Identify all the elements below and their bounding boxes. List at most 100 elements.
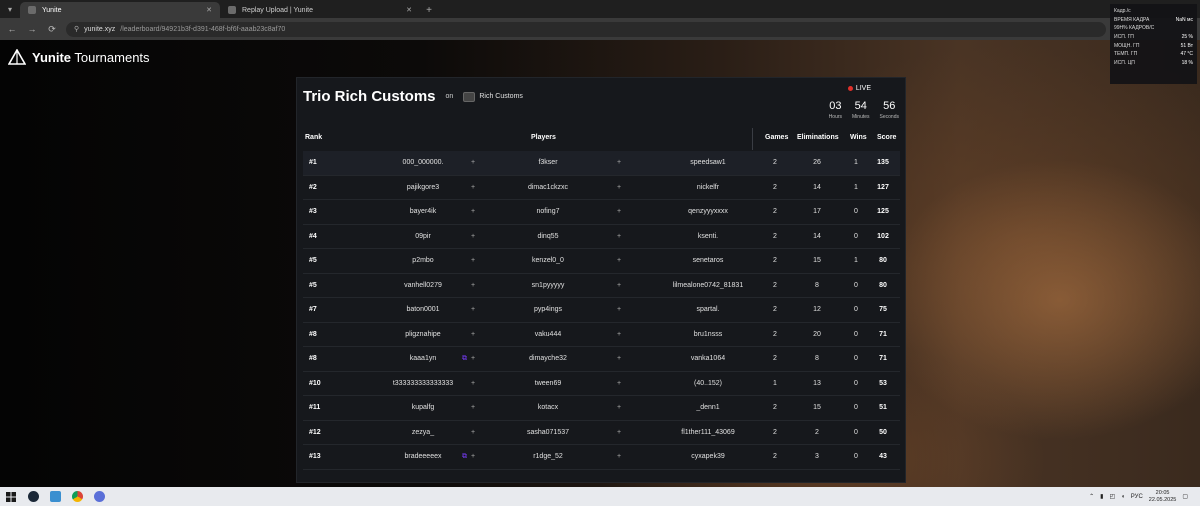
steam-icon[interactable] <box>22 487 44 506</box>
table-row[interactable]: #7 baton0001 + pyp4ings + spartal. 2 12 0 75 <box>303 298 900 323</box>
table-row[interactable]: #4 09pir + dinq55 + ksenti. 2 14 0 102 <box>303 225 900 249</box>
games-cell: 2 <box>773 330 777 338</box>
table-row[interactable]: #12 zezya_ + sasha071537 + fl1ther111_43069 2 2… <box>303 421 900 445</box>
player-3-cell[interactable]: ksenti. <box>633 233 783 240</box>
table-header: Rank Players Games Eliminations Wins Sco… <box>297 134 905 148</box>
header-games[interactable]: Games <box>765 134 788 141</box>
player-3-cell[interactable]: spartal. <box>633 306 783 313</box>
wins-cell: 0 <box>854 306 858 313</box>
player-1-cell[interactable]: zezya_ <box>368 429 478 436</box>
battery-icon[interactable]: ▮ <box>1100 493 1103 500</box>
table-row[interactable]: #1 000_000000. + f3kser + speedsaw1 2 26 1 135 <box>303 151 900 176</box>
table-row[interactable]: #8 kaaa1yn ⧉ + dimayche32 + vanka1064 2 8 0 71 <box>303 347 900 372</box>
player-2-cell[interactable]: pyp4ings <box>493 306 603 313</box>
clock-date: 22.05.2025 <box>1148 496 1177 503</box>
table-row[interactable]: #11 kupalfg + kotacx + _denn1 2 15 0 51 <box>303 396 900 421</box>
player-1-cell[interactable]: pajikgore3 <box>368 184 478 191</box>
tab-replay-upload[interactable]: Replay Upload | Yunite ✕ <box>220 2 420 18</box>
player-3-cell[interactable]: nickelfr <box>633 184 783 191</box>
player-3-cell[interactable]: vanka1064 <box>633 355 783 362</box>
header-wins[interactable]: Wins <box>850 134 867 141</box>
tray-chevron-icon[interactable]: ⌃ <box>1089 493 1094 500</box>
player-3-cell[interactable]: (40..152) <box>633 380 783 387</box>
player-2-cell[interactable]: dinq55 <box>493 233 603 240</box>
player-3-cell[interactable]: cyxapek39 <box>633 453 783 460</box>
score-cell: 53 <box>879 379 887 387</box>
chrome-icon[interactable] <box>66 487 88 506</box>
reload-icon[interactable]: ⟳ <box>46 24 58 35</box>
table-row[interactable]: #3 bayer4ik + nofing7 + qenzyyyxxxx 2 17 0 125 <box>303 200 900 225</box>
player-1-cell[interactable]: 000_000000. <box>368 159 478 166</box>
favicon-icon <box>228 6 236 14</box>
player-2-cell[interactable]: nofing7 <box>493 208 603 215</box>
header-score[interactable]: Score <box>877 134 896 141</box>
score-cell: 102 <box>877 232 889 240</box>
plus-separator: + <box>471 355 476 362</box>
wins-cell: 0 <box>854 208 858 215</box>
player-1-cell[interactable]: kupalfg <box>368 404 478 411</box>
language-indicator[interactable]: РУС <box>1131 494 1143 500</box>
player-1-cell[interactable]: baton0001 <box>368 306 478 313</box>
player-3-cell[interactable]: fl1ther111_43069 <box>633 429 783 436</box>
table-row[interactable]: #13 bradeeeeex ⧉ + r1dge_52 + cyxapek39 2 3 0 43 <box>303 445 900 470</box>
score-cell: 50 <box>879 428 887 436</box>
player-2-cell[interactable]: dimayche32 <box>493 355 603 362</box>
tab-yunite[interactable]: Yunite ✕ <box>20 2 220 18</box>
clock-time: 20:05 <box>1155 489 1170 496</box>
rank-cell: #8 <box>309 330 317 338</box>
live-label: LIVE <box>855 85 871 92</box>
new-tab-plus-icon[interactable]: + <box>420 2 438 18</box>
site-info-icon[interactable]: ⚲ <box>74 25 79 33</box>
app-icon[interactable] <box>88 487 110 506</box>
wins-cell: 0 <box>854 428 858 436</box>
player-1-cell[interactable]: vanhell0279 <box>368 282 478 289</box>
player-2-cell[interactable]: kotacx <box>493 404 603 411</box>
player-1-cell[interactable]: t333333333333333 <box>368 380 478 387</box>
eliminations-cell: 13 <box>813 379 821 387</box>
browser-tab-bar: ▾ Yunite ✕ Replay Upload | Yunite ✕ + <box>0 0 1200 18</box>
player-2-cell[interactable]: sasha071537 <box>493 429 603 436</box>
close-icon[interactable]: ✕ <box>406 6 412 14</box>
player-1-cell[interactable]: p2mbo <box>368 257 478 264</box>
table-row[interactable]: #5 vanhell0279 + sn1pyyyyy + lilmealone0742_8… <box>303 274 900 298</box>
player-3-cell[interactable]: _denn1 <box>633 404 783 411</box>
player-2-cell[interactable]: kenzel0_0 <box>493 257 603 264</box>
player-3-cell[interactable]: bru1nsss <box>633 331 783 338</box>
header-rank[interactable]: Rank <box>305 134 322 141</box>
player-1-cell[interactable]: bayer4ik <box>368 208 478 215</box>
header-eliminations[interactable]: Eliminations <box>797 134 839 141</box>
player-3-cell[interactable]: senetaros <box>633 257 783 264</box>
tab-menu-chevron-icon[interactable]: ▾ <box>0 0 20 18</box>
table-row[interactable]: #2 pajikgore3 + dimac1ckzxc + nickelfr 2 14 1 127 <box>303 176 900 200</box>
clock[interactable]: 20:05 22.05.2025 <box>1149 490 1177 504</box>
player-3-cell[interactable]: lilmealone0742_81831 <box>633 282 783 289</box>
player-2-cell[interactable]: dimac1ckzxc <box>493 184 603 191</box>
close-icon[interactable]: ✕ <box>206 6 212 14</box>
player-2-cell[interactable]: f3kser <box>493 159 603 166</box>
player-1-cell[interactable]: pligznahipe <box>368 331 478 338</box>
plus-separator: + <box>471 330 476 338</box>
table-row[interactable]: #8 pligznahipe + vaku444 + bru1nsss 2 20 0 71 <box>303 323 900 347</box>
network-icon[interactable]: ◰ <box>1109 493 1115 500</box>
player-3-cell[interactable]: speedsaw1 <box>633 159 783 166</box>
file-explorer-icon[interactable] <box>44 487 66 506</box>
player-2-cell[interactable]: r1dge_52 <box>493 453 603 460</box>
notification-icon[interactable]: ▢ <box>1182 493 1188 500</box>
table-row[interactable]: #5 p2mbo + kenzel0_0 + senetaros 2 15 1 80 <box>303 249 900 274</box>
table-row[interactable]: #10 t333333333333333 + tween69 + (40..152) 1 13… <box>303 372 900 396</box>
back-arrow-icon[interactable]: ← <box>6 24 18 34</box>
plus-separator: + <box>617 428 622 436</box>
system-tray: ⌃ ▮ ◰ ◖ РУС 20:05 22.05.2025 ▢ <box>1089 487 1188 506</box>
player-3-cell[interactable]: qenzyyyxxxx <box>633 208 783 215</box>
windows-start-icon[interactable] <box>0 487 22 506</box>
organizer-link[interactable]: Rich Customs <box>463 91 523 102</box>
player-2-cell[interactable]: vaku444 <box>493 331 603 338</box>
address-bar[interactable]: ⚲ yunite.xyz/leaderboard/94921b3f-d391-4… <box>66 21 1106 37</box>
volume-icon[interactable]: ◖ <box>1121 494 1125 500</box>
timer-seconds: 56 <box>883 100 896 112</box>
player-2-cell[interactable]: tween69 <box>493 380 603 387</box>
player-1-cell[interactable]: 09pir <box>368 233 478 240</box>
brand-logo-link[interactable]: Yunite Tournaments <box>8 49 150 65</box>
forward-arrow-icon[interactable]: → <box>26 24 38 34</box>
player-2-cell[interactable]: sn1pyyyyy <box>493 282 603 289</box>
